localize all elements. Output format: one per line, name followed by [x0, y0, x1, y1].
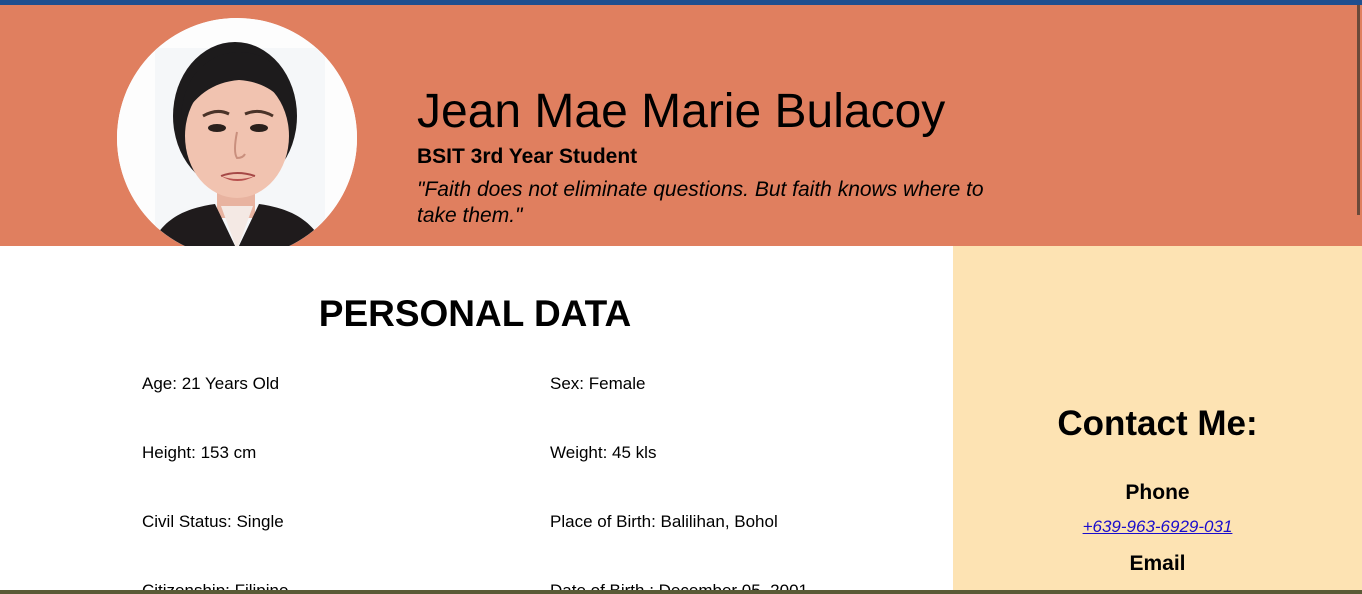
weight-field: Weight: 45 kls — [550, 443, 657, 462]
personal-data-title: PERSONAL DATA — [318, 293, 632, 334]
phone-link[interactable]: +639-963-6929-031 — [953, 517, 1362, 537]
portrait-image — [117, 18, 357, 258]
personal-data-section: PERSONAL DATA Age: 21 Years Old Sex: Fem… — [0, 246, 953, 594]
civil-status-field: Civil Status: Single — [142, 512, 284, 531]
profile-name: Jean Mae Marie Bulacoy — [417, 85, 946, 138]
height-field: Height: 153 cm — [142, 443, 257, 462]
contact-title: Contact Me: — [1057, 404, 1258, 443]
email-label: Email — [1129, 552, 1186, 575]
place-of-birth-field: Place of Birth: Balilihan, Bohol — [550, 512, 778, 531]
profile-quote: "Faith does not eliminate questions. But… — [417, 178, 984, 227]
profile-role: BSIT 3rd Year Student — [417, 145, 638, 168]
age-field: Age: 21 Years Old — [142, 374, 280, 393]
bottom-border — [0, 590, 1362, 594]
scrollbar-edge[interactable] — [1357, 5, 1360, 215]
sex-field: Sex: Female — [550, 374, 646, 393]
profile-photo — [117, 18, 357, 258]
contact-section: Contact Me: Phone +639-963-6929-031 Emai… — [953, 246, 1362, 594]
phone-label: Phone — [1125, 481, 1190, 504]
